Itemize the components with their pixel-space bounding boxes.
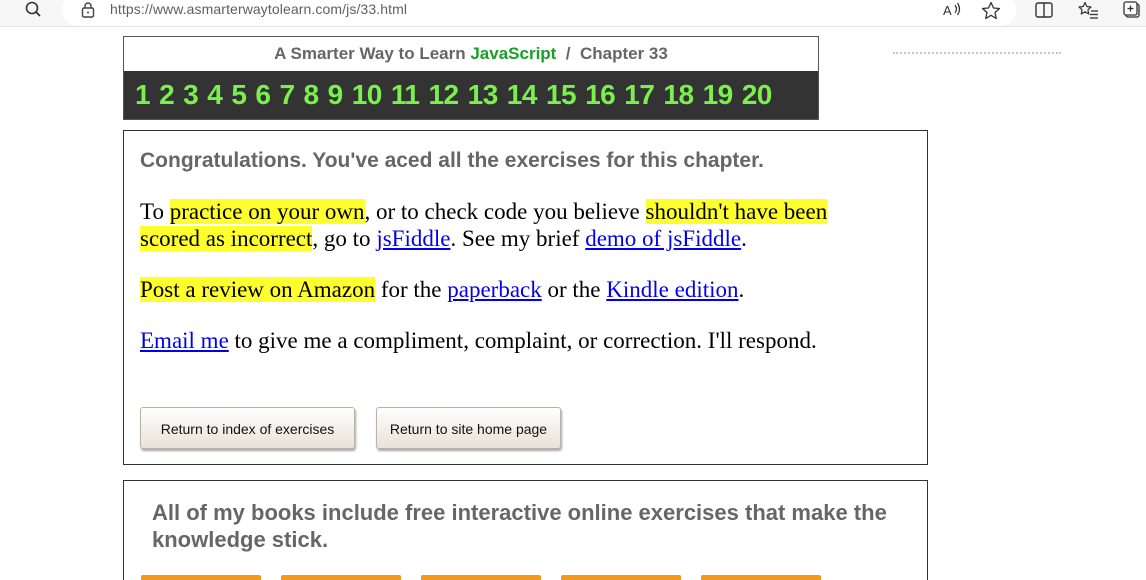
- jsfiddle-demo-link[interactable]: demo of jsFiddle: [585, 226, 741, 251]
- return-to-home-button[interactable]: Return to site home page: [376, 407, 561, 449]
- chapter-link-6[interactable]: 6: [255, 79, 271, 111]
- chapter-link-7[interactable]: 7: [279, 79, 295, 111]
- text: To: [140, 199, 170, 224]
- browser-address-bar: https://www.asmarterwaytolearn.com/js/33…: [0, 0, 1146, 27]
- chapter-link-15[interactable]: 15: [546, 79, 577, 111]
- chapter-link-8[interactable]: 8: [304, 79, 320, 111]
- text: or the: [541, 277, 607, 302]
- chapter-link-16[interactable]: 16: [585, 79, 616, 111]
- chapter-link-19[interactable]: 19: [703, 79, 734, 111]
- chapter-link-4[interactable]: 4: [207, 79, 223, 111]
- highlight-text: practice on your own: [169, 199, 365, 224]
- books-heading: All of my books include free interactive…: [152, 500, 887, 552]
- kindle-edition-link[interactable]: Kindle edition: [606, 277, 738, 302]
- chapter-link-9[interactable]: 9: [328, 79, 344, 111]
- text: to give me a compliment, complaint, or c…: [228, 328, 817, 353]
- chapter-link-1[interactable]: 1: [135, 79, 151, 111]
- title-prefix: A Smarter Way to Learn: [274, 44, 471, 63]
- highlight-text: Post a review on Amazon: [140, 277, 376, 302]
- books-panel: All of my books include free interactive…: [123, 480, 928, 580]
- dotted-divider: [893, 52, 1061, 54]
- chapter-header: A Smarter Way to Learn JavaScript / Chap…: [123, 36, 819, 120]
- chapter-link-13[interactable]: 13: [468, 79, 499, 111]
- book-tab[interactable]: [141, 575, 261, 580]
- text: , or to check code you believe: [364, 199, 646, 224]
- congrats-panel: Congratulations. You've aced all the exe…: [123, 130, 928, 465]
- search-icon[interactable]: [22, 0, 46, 22]
- title-brand: JavaScript: [470, 44, 557, 63]
- chapter-link-12[interactable]: 12: [428, 79, 459, 111]
- chapter-link-18[interactable]: 18: [663, 79, 694, 111]
- book-tab[interactable]: [561, 575, 681, 580]
- read-aloud-icon[interactable]: A: [941, 0, 963, 22]
- favorites-list-icon[interactable]: [1078, 0, 1100, 22]
- practice-paragraph: To practice on your own, or to check cod…: [140, 198, 880, 252]
- collections-icon[interactable]: [1122, 0, 1144, 22]
- chapter-link-10[interactable]: 10: [352, 79, 383, 111]
- text: , go to: [312, 226, 377, 251]
- chapter-link-11[interactable]: 11: [391, 79, 420, 111]
- chapter-nav: 1 2 3 4 5 6 7 8 9 10 11 12 13 14 15 16 17 18 19 20: [124, 71, 818, 119]
- chapter-link-14[interactable]: 14: [507, 79, 538, 111]
- email-paragraph: Email me to give me a compliment, compla…: [140, 327, 880, 354]
- email-me-link[interactable]: Email me: [140, 328, 229, 353]
- book-tab[interactable]: [281, 575, 401, 580]
- split-screen-icon[interactable]: [1033, 0, 1055, 22]
- return-to-index-button[interactable]: Return to index of exercises: [140, 407, 355, 449]
- favorite-star-icon[interactable]: [980, 0, 1002, 22]
- text: .: [738, 277, 745, 302]
- text: for the: [375, 277, 448, 302]
- chapter-link-3[interactable]: 3: [183, 79, 199, 111]
- paperback-link[interactable]: paperback: [447, 277, 542, 302]
- chapter-link-17[interactable]: 17: [624, 79, 655, 111]
- page-title: A Smarter Way to Learn JavaScript / Chap…: [124, 37, 818, 71]
- review-paragraph: Post a review on Amazon for the paperbac…: [140, 276, 880, 303]
- book-tab[interactable]: [421, 575, 541, 580]
- lock-icon[interactable]: [80, 1, 96, 19]
- book-tab[interactable]: [701, 575, 821, 580]
- text: . See my brief: [450, 226, 586, 251]
- chapter-link-5[interactable]: 5: [231, 79, 247, 111]
- jsfiddle-link[interactable]: jsFiddle: [376, 226, 450, 251]
- congrats-heading: Congratulations. You've aced all the exe…: [140, 149, 764, 172]
- url-text[interactable]: https://www.asmarterwaytolearn.com/js/33…: [110, 1, 407, 17]
- chapter-link-20[interactable]: 20: [742, 79, 773, 111]
- chapter-link-2[interactable]: 2: [159, 79, 175, 111]
- title-chapter: / Chapter 33: [556, 44, 668, 63]
- svg-text:A: A: [943, 3, 952, 18]
- text: .: [741, 226, 747, 251]
